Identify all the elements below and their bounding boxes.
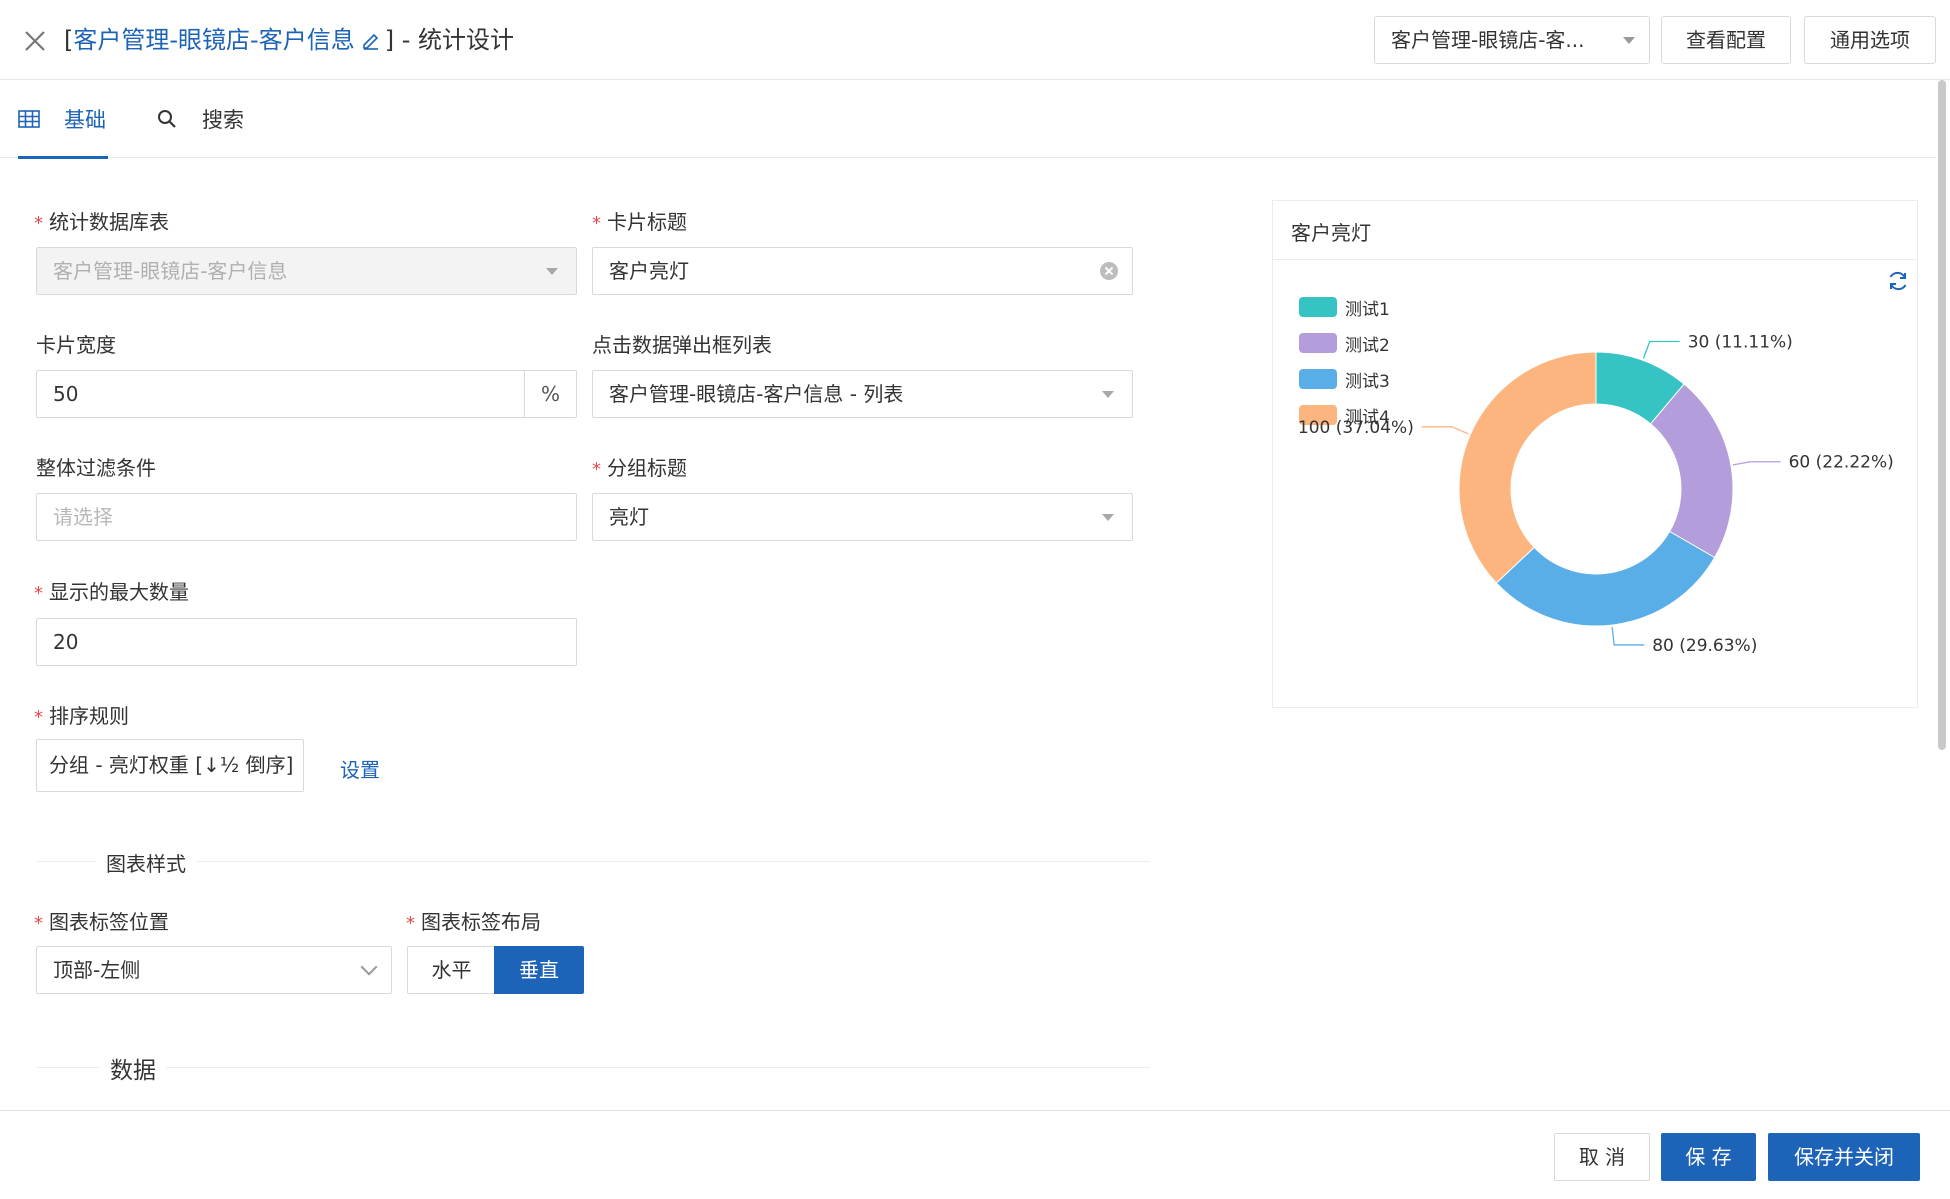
dialog-header: [客户管理-眼镜店-客户信息 ] - 统计设计 客户管理-眼镜店-客... 查看配… (0, 0, 1950, 80)
group-title-value: 亮灯 (609, 505, 649, 529)
sort-rule-value: 分组 - 亮灯权重 [↓½ 倒序] (49, 753, 294, 777)
sort-settings-link[interactable]: 设置 (340, 754, 380, 783)
slice-data-label: 60 (22.22%) (1789, 453, 1894, 473)
layout-vertical-option[interactable]: 垂直 (494, 946, 584, 994)
filter-placeholder: 请选择 (53, 505, 113, 529)
card-title-label-text: 卡片标题 (607, 210, 687, 234)
required-mark: * (34, 913, 43, 934)
table-switch-value: 客户管理-眼镜店-客... (1391, 28, 1585, 52)
title-table-link[interactable]: 客户管理-眼镜店-客户信息 (73, 26, 354, 54)
title-suffix: ] - 统计设计 (384, 26, 514, 54)
section-divider (36, 1067, 1150, 1068)
slice-data-label: 80 (29.63%) (1652, 636, 1757, 656)
table-switch-select[interactable]: 客户管理-眼镜店-客... (1374, 16, 1650, 64)
page-title: [客户管理-眼镜店-客户信息 ] - 统计设计 (64, 22, 514, 58)
max-count-label-text: 显示的最大数量 (49, 580, 189, 604)
close-icon[interactable] (20, 26, 50, 56)
search-icon (158, 110, 176, 128)
caret-down-icon (546, 268, 558, 275)
label-leader-line (1611, 626, 1645, 646)
view-config-button[interactable]: 查看配置 (1661, 16, 1791, 64)
section-divider (36, 861, 1150, 862)
sort-rule-display[interactable]: 分组 - 亮灯权重 [↓½ 倒序] (36, 739, 304, 792)
popup-list-select[interactable]: 客户管理-眼镜店-客户信息 - 列表 (592, 370, 1133, 418)
db-table-value: 客户管理-眼镜店-客户信息 (53, 259, 288, 283)
cancel-button[interactable]: 取 消 (1554, 1133, 1650, 1181)
label-layout-label: * 图表标签布局 (406, 906, 541, 935)
table-icon (18, 110, 40, 128)
db-table-select: 客户管理-眼镜店-客户信息 (36, 247, 577, 295)
save-button[interactable]: 保 存 (1661, 1133, 1756, 1181)
label-position-value: 顶部-左侧 (53, 958, 141, 982)
save-and-close-button[interactable]: 保存并关闭 (1768, 1133, 1920, 1181)
caret-down-icon (1102, 514, 1114, 521)
label-leader-line (1732, 461, 1781, 466)
required-mark: * (592, 459, 601, 480)
tab-basic-label: 基础 (64, 108, 106, 132)
donut-chart: 30 (11.11%) 60 (22.22%) 80 (29.63%) 100 (37… (1298, 332, 1894, 656)
title-bracket-open: [ (64, 26, 74, 54)
caret-down-icon (1623, 37, 1635, 44)
sort-rule-label-text: 排序规则 (49, 704, 129, 728)
label-position-label-text: 图表标签位置 (49, 910, 169, 934)
donut-slice[interactable] (1458, 351, 1597, 584)
popup-list-value: 客户管理-眼镜店-客户信息 - 列表 (609, 382, 904, 406)
card-title-label: * 卡片标题 (592, 206, 687, 235)
max-count-value: 20 (53, 630, 79, 654)
tab-bar: 基础 搜索 (0, 80, 1936, 159)
card-title-input[interactable]: 客户亮灯 (592, 247, 1133, 295)
label-leader-line (1421, 426, 1469, 435)
caret-down-icon (1102, 391, 1114, 398)
data-section-title: 数据 (100, 1051, 166, 1085)
db-table-label-text: 统计数据库表 (49, 210, 169, 234)
required-mark: * (34, 583, 43, 604)
slice-data-label: 100 (37.04%) (1298, 418, 1414, 438)
filter-label: 整体过滤条件 (36, 456, 156, 480)
label-position-select[interactable]: 顶部-左侧 (36, 946, 392, 994)
chart-style-section-title: 图表样式 (96, 848, 196, 877)
layout-horizontal-option[interactable]: 水平 (407, 946, 495, 994)
chart-preview-card: 客户亮灯 测试1 测试2 测试3 测试4 30 (11.11%) 60 (22.22%)… (1272, 200, 1918, 708)
tab-search[interactable]: 搜索 (156, 80, 256, 158)
popup-list-label: 点击数据弹出框列表 (592, 333, 772, 357)
required-mark: * (34, 213, 43, 234)
clear-icon[interactable] (1100, 262, 1118, 280)
required-mark: * (34, 707, 43, 728)
statistic-design-dialog: [客户管理-眼镜店-客户信息] - 统计设计 客户管理-眼镜店-客... 查看配… (0, 0, 1950, 1199)
slice-data-label: 30 (11.11%) (1688, 332, 1793, 352)
label-position-label: * 图表标签位置 (34, 906, 169, 935)
max-count-input[interactable]: 20 (36, 618, 577, 666)
group-title-label: * 分组标题 (592, 452, 687, 481)
group-title-select[interactable]: 亮灯 (592, 493, 1133, 541)
dialog-footer: 取 消 保 存 保存并关闭 (0, 1110, 1950, 1199)
tab-basic[interactable]: 基础 (18, 80, 108, 159)
general-options-button[interactable]: 通用选项 (1804, 16, 1936, 64)
card-title-value: 客户亮灯 (609, 259, 689, 283)
required-mark: * (592, 213, 601, 234)
vertical-scrollbar[interactable] (1938, 80, 1946, 750)
max-count-label: * 显示的最大数量 (34, 576, 189, 605)
label-leader-line (1642, 340, 1680, 359)
card-width-value: 50 (53, 382, 79, 406)
group-title-label-text: 分组标题 (607, 456, 687, 480)
label-layout-label-text: 图表标签布局 (421, 910, 541, 934)
card-width-input[interactable]: 50 % (36, 370, 577, 418)
tab-search-label: 搜索 (202, 108, 244, 132)
donut-slice[interactable] (1649, 383, 1734, 559)
db-table-label: * 统计数据库表 (34, 206, 169, 235)
sort-rule-label: * 排序规则 (34, 700, 129, 729)
card-width-label: 卡片宽度 (36, 333, 116, 357)
required-mark: * (406, 913, 415, 934)
chevron-down-icon (360, 958, 378, 976)
filter-select[interactable]: 请选择 (36, 493, 577, 541)
percent-suffix: % (524, 371, 576, 417)
edit-pen-icon[interactable] (361, 30, 381, 50)
